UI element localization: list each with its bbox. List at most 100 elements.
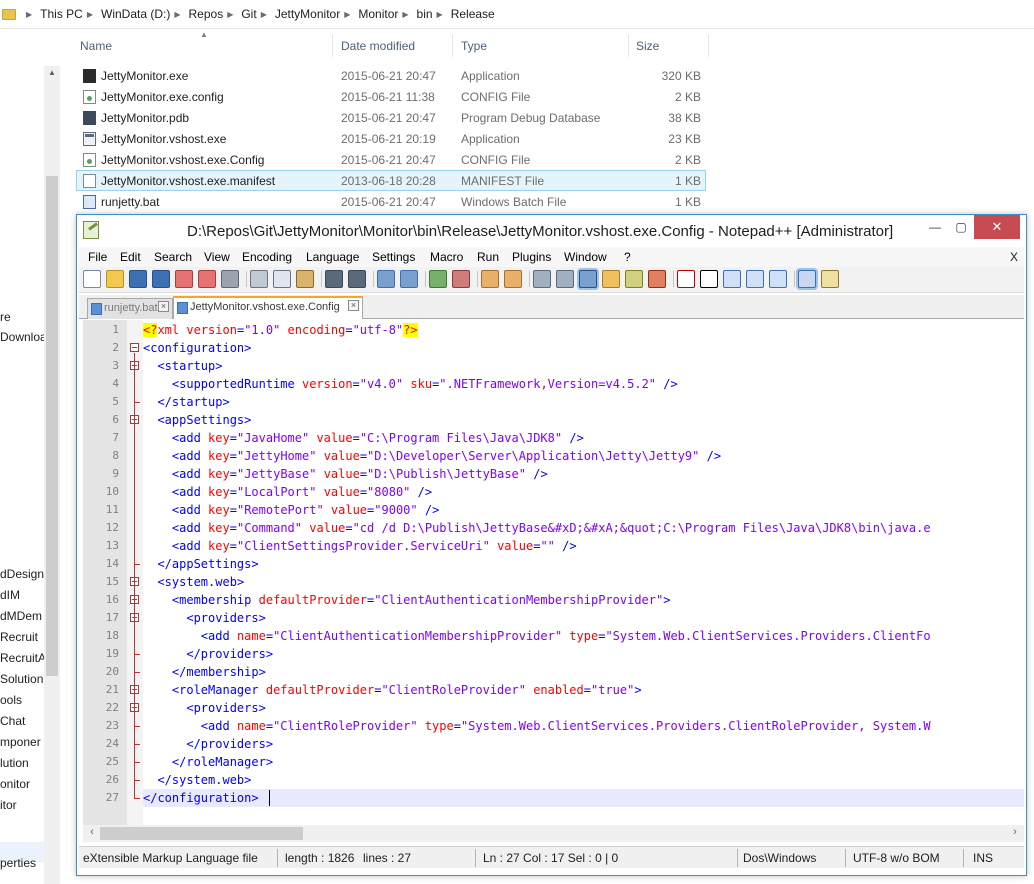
code-line[interactable]: <startup>: [143, 357, 1024, 375]
function-list-icon[interactable]: [648, 270, 666, 288]
nav-item[interactable]: onitor: [0, 777, 30, 791]
new-file-icon[interactable]: [83, 270, 101, 288]
spell-check-icon[interactable]: [798, 270, 816, 288]
nav-item[interactable]: dMDem: [0, 609, 42, 623]
menu-language[interactable]: Language: [306, 250, 359, 264]
code-line[interactable]: <providers>: [143, 699, 1024, 717]
code-line[interactable]: <add key="JettyBase" value="D:\Publish\J…: [143, 465, 1024, 483]
code-line[interactable]: </startup>: [143, 393, 1024, 411]
scroll-right-arrow-icon[interactable]: ›: [1007, 826, 1023, 838]
breadcrumb-item[interactable]: JettyMonitor: [275, 7, 340, 21]
nav-item[interactable]: perties: [0, 856, 36, 870]
menu-edit[interactable]: Edit: [120, 250, 141, 264]
code-line[interactable]: </membership>: [143, 663, 1024, 681]
file-row[interactable]: JettyMonitor.exe 2015-06-21 20:47 Applicat…: [76, 65, 706, 86]
nav-item[interactable]: ools: [0, 693, 22, 707]
code-line[interactable]: <membership defaultProvider="ClientAuthe…: [143, 591, 1024, 609]
menu-window[interactable]: Window: [564, 250, 607, 264]
nav-item[interactable]: dDesign: [0, 567, 44, 581]
window-title-bar[interactable]: D:\Repos\Git\JettyMonitor\Monitor\bin\Re…: [77, 215, 1026, 246]
play-macro-icon[interactable]: [723, 270, 741, 288]
doc-map-icon[interactable]: [625, 270, 643, 288]
code-line[interactable]: <system.web>: [143, 573, 1024, 591]
file-row[interactable]: runjetty.bat 2015-06-21 20:47 Windows Batc…: [76, 191, 706, 212]
file-row[interactable]: JettyMonitor.vshost.exe.manifest 2013-06-…: [76, 170, 706, 191]
column-header-size[interactable]: Size: [636, 39, 659, 53]
breadcrumb-item[interactable]: bin: [417, 7, 433, 21]
tab-close-icon[interactable]: ×: [158, 301, 169, 312]
menu-settings[interactable]: Settings: [372, 250, 415, 264]
code-editor[interactable]: 1 2 3 4 5 6 7 8 9 10 11 12 13 14 15 16 17 18 19 20 21 22 23 24 2…: [83, 320, 1024, 825]
fold-margin[interactable]: [127, 320, 143, 825]
open-file-icon[interactable]: [106, 270, 124, 288]
status-insert-mode[interactable]: INS: [973, 851, 993, 865]
show-all-chars-icon[interactable]: [556, 270, 574, 288]
code-line[interactable]: <add key="JettyHome" value="D:\Developer…: [143, 447, 1024, 465]
code-line[interactable]: <configuration>: [143, 339, 1024, 357]
print-icon[interactable]: [221, 270, 239, 288]
close-all-icon[interactable]: [198, 270, 216, 288]
file-row[interactable]: JettyMonitor.pdb 2015-06-21 20:47 Program …: [76, 107, 706, 128]
code-line[interactable]: <add key="Command" value="cd /d D:\Publi…: [143, 519, 1024, 537]
code-text-area[interactable]: <?xml version="1.0" encoding="utf-8"?> <c…: [143, 320, 1024, 825]
breadcrumb-item[interactable]: Release: [451, 7, 495, 21]
breadcrumb-item[interactable]: Monitor: [358, 7, 398, 21]
word-wrap-icon[interactable]: [533, 270, 551, 288]
column-divider[interactable]: [332, 35, 333, 57]
stop-recording-icon[interactable]: [700, 270, 718, 288]
redo-icon[interactable]: [348, 270, 366, 288]
nav-item[interactable]: re: [0, 310, 11, 324]
menu-run[interactable]: Run: [477, 250, 499, 264]
menu-plugins[interactable]: Plugins: [512, 250, 551, 264]
code-line[interactable]: <add key="ClientSettingsProvider.Service…: [143, 537, 1024, 555]
horizontal-scroll-thumb[interactable]: [100, 827, 303, 840]
sync-horizontal-icon[interactable]: [504, 270, 522, 288]
save-all-icon[interactable]: [152, 270, 170, 288]
indent-guide-icon[interactable]: [579, 270, 597, 288]
code-line[interactable]: <supportedRuntime version="v4.0" sku=".N…: [143, 375, 1024, 393]
code-line[interactable]: </providers>: [143, 645, 1024, 663]
tab-close-icon[interactable]: ×: [348, 300, 359, 311]
nav-scroll-thumb[interactable]: [46, 176, 58, 676]
nav-item[interactable]: Solution: [0, 672, 43, 686]
copy-icon[interactable]: [273, 270, 291, 288]
code-line[interactable]: <?xml version="1.0" encoding="utf-8"?>: [143, 321, 1024, 339]
code-line[interactable]: <add key="RemotePort" value="9000" />: [143, 501, 1024, 519]
replace-icon[interactable]: [400, 270, 418, 288]
code-line[interactable]: </providers>: [143, 735, 1024, 753]
column-header-name[interactable]: Name: [80, 39, 112, 53]
status-eol[interactable]: Dos\Windows: [743, 851, 816, 865]
menu-help[interactable]: ?: [624, 250, 631, 264]
column-header-date[interactable]: Date modified: [341, 39, 415, 53]
sync-vertical-icon[interactable]: [481, 270, 499, 288]
horizontal-scrollbar[interactable]: ‹ ›: [83, 825, 1024, 842]
code-line[interactable]: </configuration>: [143, 789, 1024, 807]
menu-macro[interactable]: Macro: [430, 250, 463, 264]
notepad-app-icon[interactable]: [83, 221, 99, 239]
scroll-up-arrow-icon[interactable]: ▲: [44, 68, 60, 77]
find-icon[interactable]: [377, 270, 395, 288]
save-macro-icon[interactable]: [769, 270, 787, 288]
save-icon[interactable]: [129, 270, 147, 288]
nav-item[interactable]: RecruitAı: [0, 651, 49, 665]
status-encoding[interactable]: UTF-8 w/o BOM: [853, 851, 940, 865]
fold-toggle-icon[interactable]: [130, 343, 139, 352]
file-row[interactable]: JettyMonitor.exe.config 2015-06-21 11:38 C…: [76, 86, 706, 107]
code-line[interactable]: <providers>: [143, 609, 1024, 627]
code-line[interactable]: <add name="ClientAuthenticationMembershi…: [143, 627, 1024, 645]
nav-item[interactable]: itor: [0, 798, 17, 812]
code-line[interactable]: <add key="LocalPort" value="8080" />: [143, 483, 1024, 501]
column-header-type[interactable]: Type: [461, 39, 487, 53]
nav-item[interactable]: Recruit: [0, 630, 38, 644]
nav-item[interactable]: dIM: [0, 588, 20, 602]
code-line[interactable]: <add key="JavaHome" value="C:\Program Fi…: [143, 429, 1024, 447]
breadcrumb-item[interactable]: This PC: [40, 7, 83, 21]
nav-item[interactable]: mponer: [0, 735, 41, 749]
user-defined-lang-icon[interactable]: [602, 270, 620, 288]
menu-search[interactable]: Search: [154, 250, 192, 264]
zoom-out-icon[interactable]: [452, 270, 470, 288]
menu-view[interactable]: View: [204, 250, 230, 264]
record-macro-icon[interactable]: [677, 270, 695, 288]
undo-icon[interactable]: [325, 270, 343, 288]
file-row[interactable]: JettyMonitor.vshost.exe 2015-06-21 20:19 A…: [76, 128, 706, 149]
